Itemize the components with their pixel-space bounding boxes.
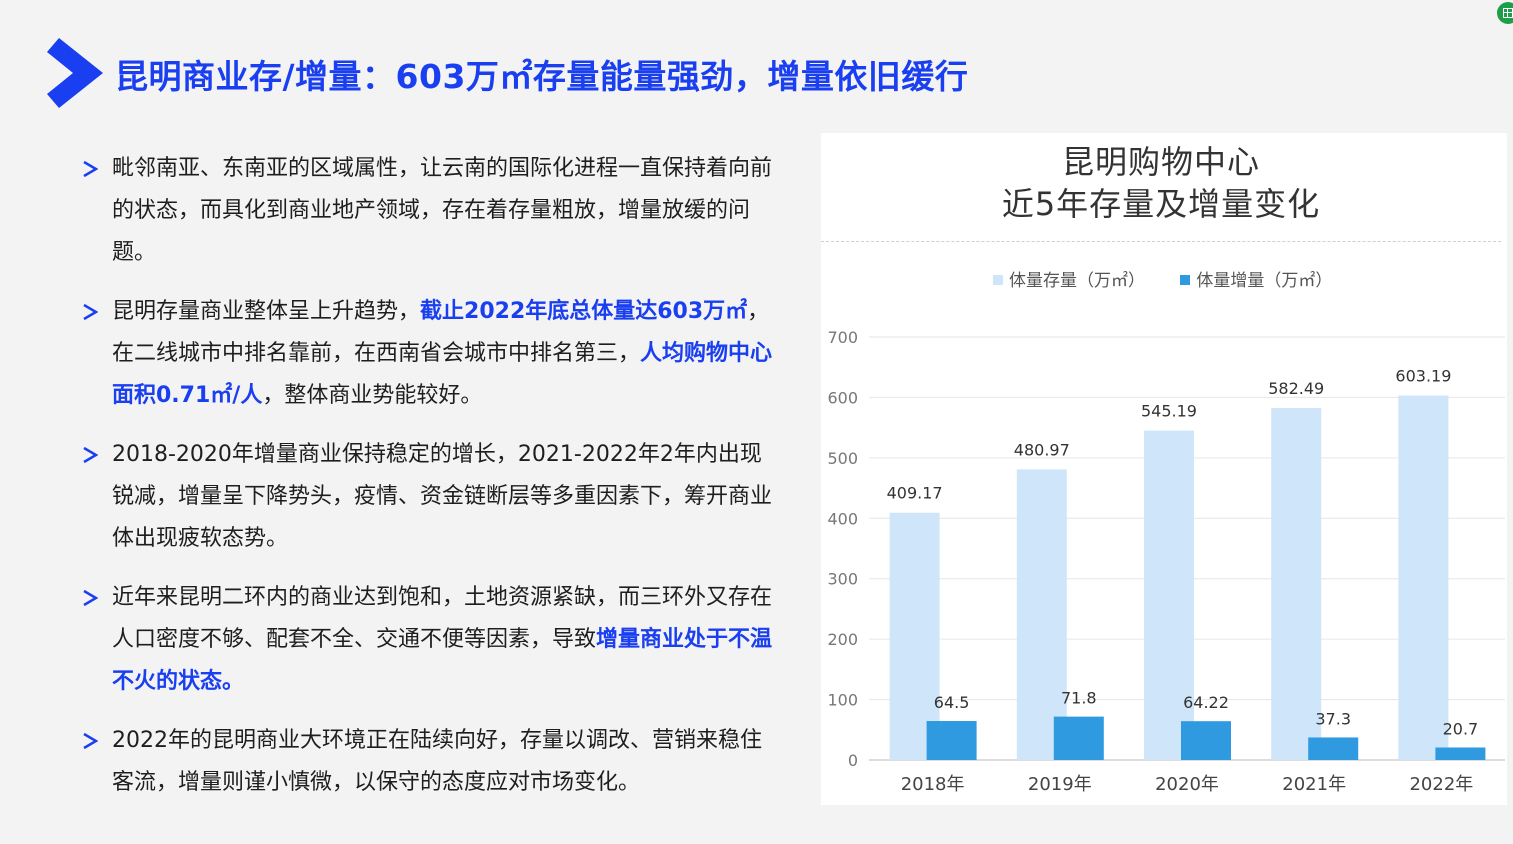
data-label-increment: 71.8	[1061, 689, 1097, 708]
x-tick-label: 2018年	[901, 774, 965, 795]
bar-stock	[1271, 408, 1322, 760]
x-tick-label: 2019年	[1028, 774, 1092, 795]
y-tick-label: 400	[827, 509, 858, 528]
data-label-stock: 582.49	[1268, 379, 1324, 398]
x-tick-label: 2022年	[1409, 774, 1473, 795]
bullet-arrow-icon	[83, 160, 98, 178]
data-label-increment: 37.3	[1315, 709, 1351, 728]
x-tick-label: 2021年	[1282, 774, 1346, 795]
y-tick-label: 600	[827, 388, 858, 407]
bullet-text: ，整体商业势能较好。	[262, 383, 483, 408]
bullet-item: 2018-2020年增量商业保持稳定的增长，2021-2022年2年内出现锐减，…	[82, 434, 782, 560]
bar-increment	[1308, 737, 1359, 760]
bar-stock	[1016, 469, 1067, 760]
bullet-arrow-icon	[83, 446, 98, 464]
data-label-stock: 603.19	[1395, 367, 1451, 386]
bar-increment	[1181, 721, 1231, 760]
data-label-increment: 64.5	[934, 693, 970, 712]
bullet-highlight-text: 截止2022年底总体量达603万㎡	[420, 299, 748, 324]
title-chevron-icon	[47, 38, 103, 108]
y-tick-label: 0	[848, 751, 858, 770]
bullet-arrow-icon	[83, 732, 98, 750]
bullet-text: 毗邻南亚、东南亚的区域属性，让云南的国际化进程一直保持着向前的状态，而具化到商业…	[112, 156, 773, 265]
data-label-increment: 64.22	[1183, 693, 1229, 712]
bar-increment	[1053, 716, 1104, 760]
bar-increment	[926, 721, 977, 760]
bullet-list: 毗邻南亚、东南亚的区域属性，让云南的国际化进程一直保持着向前的状态，而具化到商业…	[82, 148, 782, 821]
bullet-text: 昆明存量商业整体呈上升趋势，	[112, 299, 421, 324]
spreadsheet-icon[interactable]	[1497, 2, 1513, 24]
x-tick-label: 2020年	[1155, 774, 1219, 795]
bullet-arrow-icon	[83, 589, 98, 607]
bar-increment	[1435, 747, 1486, 760]
y-tick-label: 100	[827, 691, 858, 710]
data-label-increment: 20.7	[1443, 719, 1479, 738]
data-label-stock: 480.97	[1014, 440, 1070, 459]
bullet-item: 2022年的昆明商业大环境正在陆续向好，存量以调改、营销来稳住客流，增量则谨小慎…	[82, 720, 782, 804]
y-tick-label: 300	[827, 570, 858, 589]
bullet-arrow-icon	[83, 303, 98, 321]
y-tick-label: 700	[827, 328, 858, 347]
data-label-stock: 545.19	[1141, 402, 1197, 421]
bar-stock	[1398, 395, 1449, 760]
slide-title: 昆明商业存/增量：603万㎡存量能量强劲，增量依旧缓行	[115, 57, 969, 96]
bullet-text: 2018-2020年增量商业保持稳定的增长，2021-2022年2年内出现锐减，…	[112, 442, 773, 551]
y-tick-label: 500	[827, 449, 858, 468]
chart-panel: 昆明购物中心 近5年存量及增量变化 体量存量（万㎡） 体量增量（万㎡） 0 100…	[821, 133, 1507, 805]
bullet-item: 毗邻南亚、东南亚的区域属性，让云南的国际化进程一直保持着向前的状态，而具化到商业…	[82, 148, 782, 274]
bar-chart: 0 100 200 300 400 500 600 700 409.17 64.5 2018年 480…	[827, 328, 1505, 795]
bullet-item: 近年来昆明二环内的商业达到饱和，土地资源紧缺，而三环外又存在人口密度不够、配套不…	[82, 577, 782, 703]
y-tick-label: 200	[827, 630, 858, 649]
data-label-stock: 409.17	[887, 484, 943, 503]
bullet-text: 2022年的昆明商业大环境正在陆续向好，存量以调改、营销来稳住客流，增量则谨小慎…	[112, 728, 762, 795]
bullet-item: 昆明存量商业整体呈上升趋势，截止2022年底总体量达603万㎡，在二线城市中排名…	[82, 291, 782, 417]
